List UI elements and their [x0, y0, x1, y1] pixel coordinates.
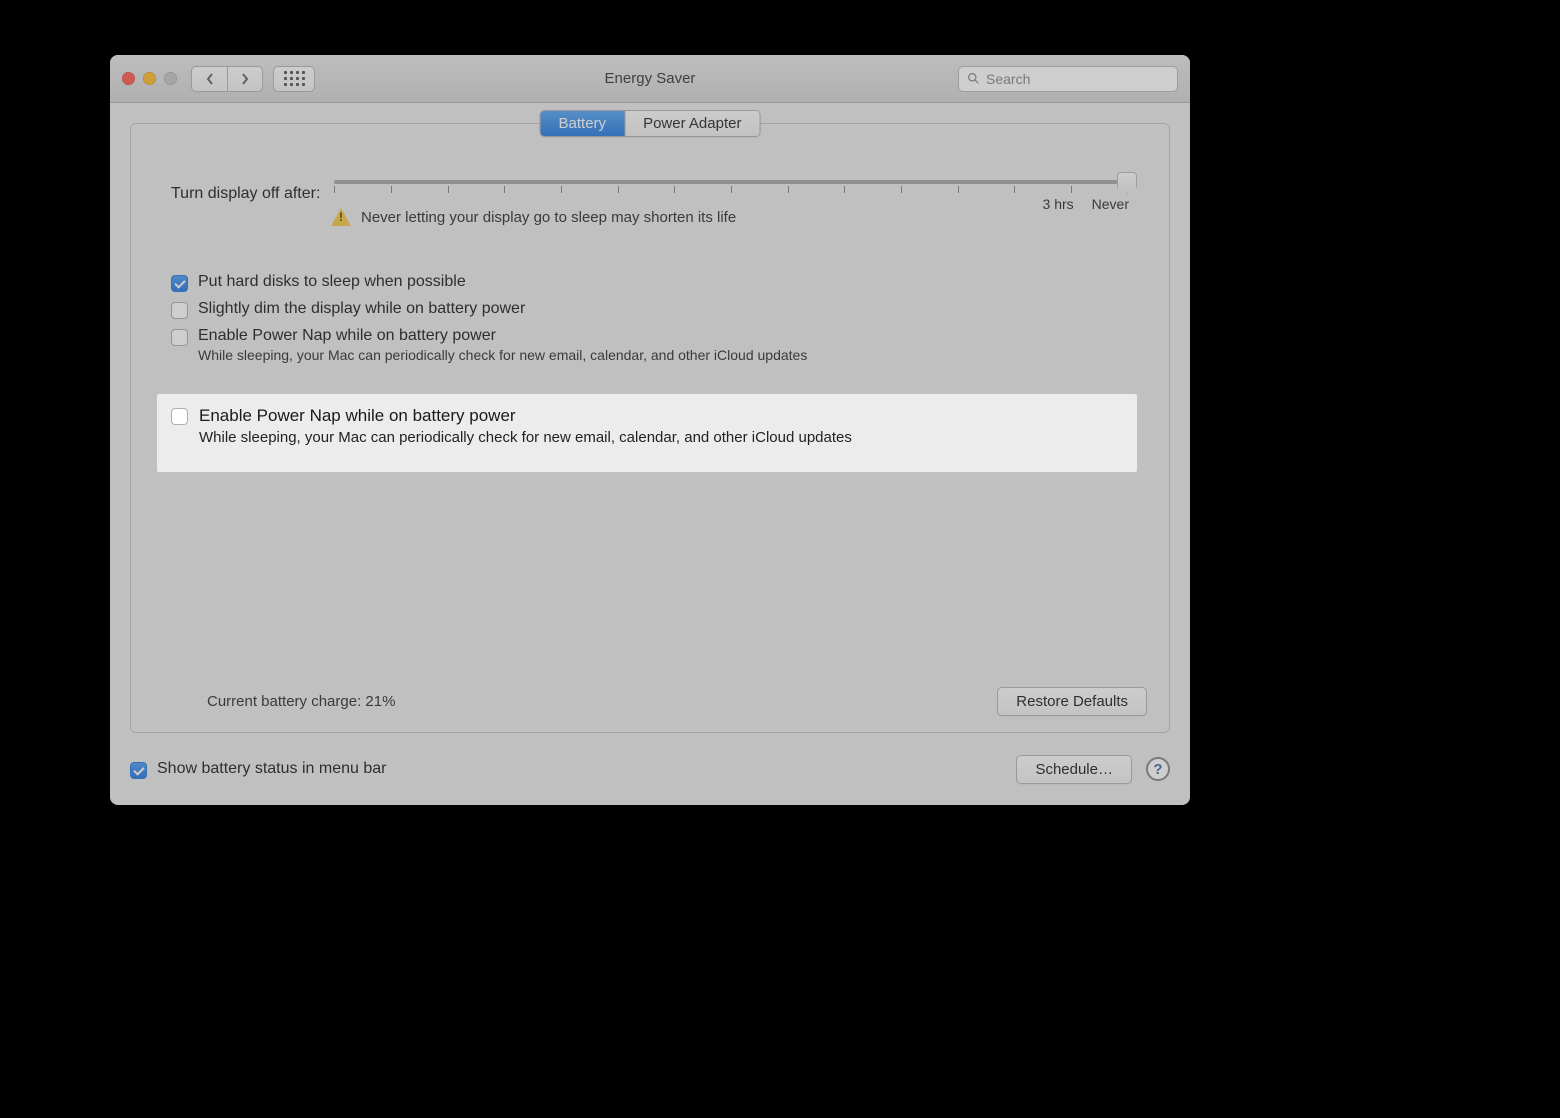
check-power-nap-label: Enable Power Nap while on battery power: [198, 327, 807, 345]
slider-warning: Never letting your display go to sleep m…: [331, 208, 1129, 226]
warning-text: Never letting your display go to sleep m…: [361, 209, 736, 226]
power-nap-label-highlighted: Enable Power Nap while on battery power: [199, 406, 1117, 426]
check-hard-disks-label: Put hard disks to sleep when possible: [198, 273, 466, 291]
search-placeholder: Search: [986, 71, 1030, 87]
window-controls: [122, 72, 177, 85]
restore-defaults-button[interactable]: Restore Defaults: [997, 687, 1147, 716]
footer-actions: Schedule… ?: [1016, 755, 1170, 784]
highlight-region: Enable Power Nap while on battery power …: [157, 394, 1137, 472]
check-dim-display-label: Slightly dim the display while on batter…: [198, 300, 525, 318]
slider-track: [334, 180, 1129, 184]
show-all-button[interactable]: [273, 66, 315, 92]
check-show-battery-row: Show battery status in menu bar: [130, 760, 386, 779]
check-hard-disks-row: Put hard disks to sleep when possible: [171, 269, 1129, 296]
tab-group: Battery Power Adapter: [540, 110, 761, 137]
toolbar-nav: [191, 66, 315, 92]
search-input[interactable]: Search: [958, 66, 1178, 92]
display-off-label: Turn display off after:: [171, 185, 320, 203]
battery-charge-status: Current battery charge: 21%: [207, 693, 395, 710]
energy-saver-window: Energy Saver Search Battery Power Adapte…: [110, 55, 1190, 805]
check-power-nap-highlighted[interactable]: [171, 408, 188, 425]
search-icon: [967, 72, 980, 85]
check-show-battery-status[interactable]: [130, 762, 147, 779]
check-power-nap[interactable]: [171, 329, 188, 346]
titlebar: Energy Saver Search: [110, 55, 1190, 103]
check-power-nap-description: While sleeping, your Mac can periodicall…: [198, 347, 807, 363]
tab-battery[interactable]: Battery: [541, 111, 625, 136]
tab-power-adapter[interactable]: Power Adapter: [624, 111, 759, 136]
check-dim-display-row: Slightly dim the display while on batter…: [171, 296, 1129, 323]
check-power-nap-row: Enable Power Nap while on battery power …: [171, 323, 1129, 367]
check-dim-display[interactable]: [171, 302, 188, 319]
warning-icon: [331, 208, 351, 226]
help-button[interactable]: ?: [1146, 757, 1170, 781]
check-show-battery-label: Show battery status in menu bar: [157, 760, 386, 778]
check-hard-disks[interactable]: [171, 275, 188, 292]
zoom-button[interactable]: [164, 72, 177, 85]
forward-button[interactable]: [227, 66, 263, 92]
slider-ticks: [334, 186, 1129, 193]
back-button[interactable]: [191, 66, 227, 92]
close-button[interactable]: [122, 72, 135, 85]
checkbox-group: Put hard disks to sleep when possible Sl…: [171, 269, 1129, 367]
grid-icon: [284, 71, 305, 86]
power-nap-desc-highlighted: While sleeping, your Mac can periodicall…: [199, 429, 1117, 446]
minimize-button[interactable]: [143, 72, 156, 85]
schedule-button[interactable]: Schedule…: [1016, 755, 1132, 784]
footer-row: Show battery status in menu bar Schedule…: [130, 747, 1170, 791]
